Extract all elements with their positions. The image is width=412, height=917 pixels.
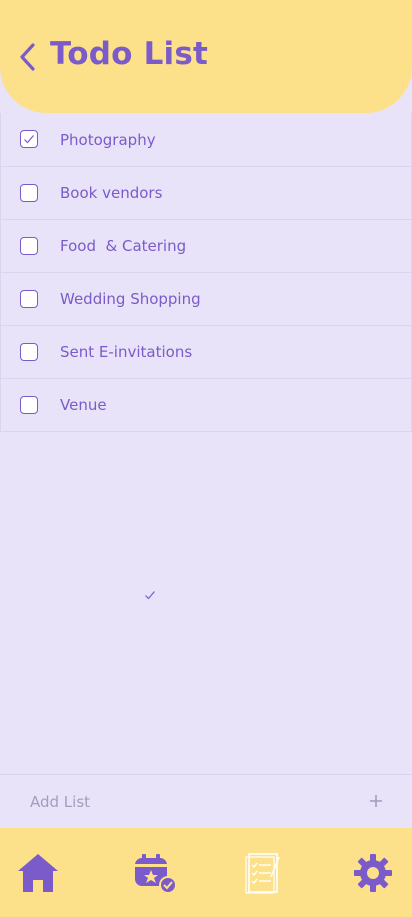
- page-title: Todo List: [50, 36, 209, 72]
- todo-item-book-vendors[interactable]: Book vendors: [0, 166, 412, 220]
- todo-label: Food & Catering: [60, 237, 187, 255]
- app-header: Todo List: [0, 0, 412, 113]
- todo-label: Photography: [60, 130, 156, 149]
- nav-home[interactable]: [15, 850, 61, 896]
- add-list-button[interactable]: [364, 789, 388, 813]
- todo-label: Wedding Shopping: [60, 290, 201, 308]
- todo-checkbox[interactable]: [20, 343, 38, 361]
- chevron-left-icon: [20, 43, 35, 71]
- todo-checkbox[interactable]: [20, 396, 38, 414]
- todo-checkbox[interactable]: [20, 290, 38, 308]
- todo-list: Photography Book vendors Food & Catering…: [0, 113, 412, 432]
- checklist-document-icon: [245, 853, 280, 894]
- event-calendar-check-icon: [135, 854, 177, 894]
- todo-checkbox-checked[interactable]: [20, 130, 38, 148]
- check-icon: [145, 591, 155, 600]
- todo-label: Venue: [60, 396, 107, 414]
- todo-item-photography[interactable]: Photography: [0, 113, 412, 167]
- nav-checklist[interactable]: [241, 850, 287, 896]
- add-list-bar: [0, 774, 412, 828]
- todo-item-venue[interactable]: Venue: [0, 378, 412, 432]
- home-icon: [18, 854, 58, 892]
- todo-label: Sent E-invitations: [60, 343, 193, 361]
- todo-checkbox[interactable]: [20, 184, 38, 202]
- plus-icon: [370, 795, 382, 807]
- todo-label: Book vendors: [60, 184, 163, 202]
- todo-item-food-catering[interactable]: Food & Catering: [0, 219, 412, 273]
- gear-icon: [354, 854, 392, 892]
- nav-settings[interactable]: [350, 850, 396, 896]
- add-list-input[interactable]: [22, 787, 358, 817]
- todo-checkbox[interactable]: [20, 237, 38, 255]
- bottom-nav: [0, 828, 412, 917]
- todo-item-sent-e-invitations[interactable]: Sent E-invitations: [0, 325, 412, 379]
- nav-events[interactable]: [132, 850, 178, 896]
- todo-item-wedding-shopping[interactable]: Wedding Shopping: [0, 272, 412, 326]
- back-button[interactable]: [12, 40, 42, 74]
- check-icon: [24, 135, 34, 144]
